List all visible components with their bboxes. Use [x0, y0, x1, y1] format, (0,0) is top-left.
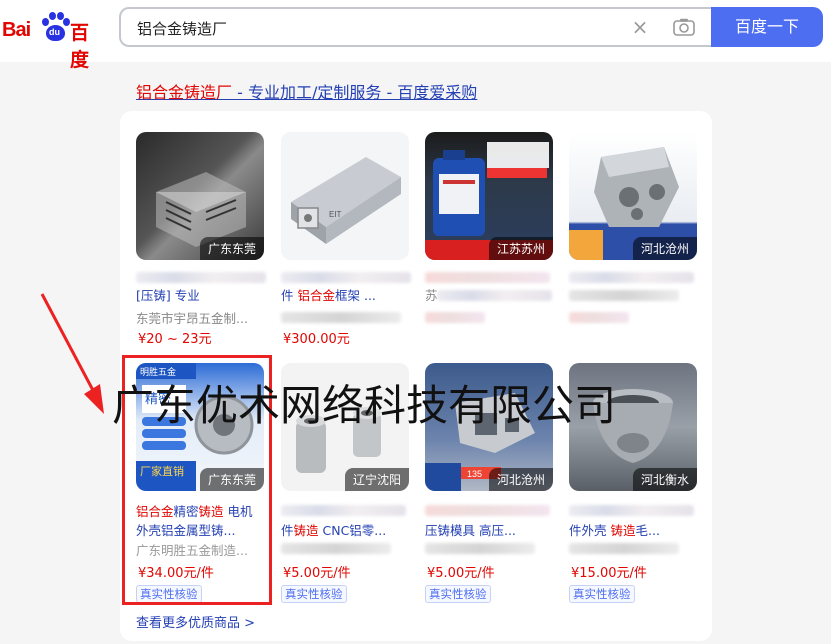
- blurred-text: [281, 312, 401, 323]
- watermark-text: 广东优术网络科技有限公司: [112, 381, 617, 430]
- search-input[interactable]: 铝合金铸造厂 ×: [119, 7, 712, 47]
- blurred-text: [281, 543, 391, 554]
- product-price: ¥300.00元: [283, 332, 350, 347]
- logo-chinese: 百度: [70, 22, 90, 71]
- blurred-text: [569, 505, 694, 516]
- product-title-line2[interactable]: 件铸造 CNC铝零...: [281, 520, 411, 539]
- product-image[interactable]: 河北沧州: [569, 132, 697, 260]
- product-price: ¥20 ~ 23元: [138, 332, 212, 347]
- product-image[interactable]: EIT: [281, 132, 409, 260]
- blurred-text: [569, 543, 679, 554]
- product-title[interactable]: [压铸] 专业: [136, 285, 266, 304]
- blurred-text: [281, 272, 411, 283]
- verification-badge: 真实性核验: [281, 585, 347, 603]
- product-title[interactable]: 件 铝合金框架 ...: [281, 285, 411, 304]
- blurred-text: [281, 505, 406, 516]
- logo-latin: Bai: [2, 19, 31, 41]
- verification-badge: 真实性核验: [425, 585, 491, 603]
- location-badge: 江苏苏州: [488, 237, 553, 260]
- location-badge: 河北沧州: [488, 468, 553, 491]
- blurred-text: [425, 543, 535, 554]
- aluminum-profile-icon: EIT: [291, 157, 401, 244]
- blurred-text: [136, 272, 266, 283]
- svg-text:EIT: EIT: [329, 210, 342, 219]
- location-badge: 辽宁沈阳: [344, 468, 409, 491]
- product-price: ¥5.00元/件: [283, 566, 351, 581]
- product-seller: 东莞市宇昂五金制...: [136, 311, 248, 326]
- blurred-text: [425, 272, 550, 283]
- product-title-line2[interactable]: 件外壳 铸造毛...: [569, 520, 699, 539]
- paw-icon: du: [40, 12, 70, 44]
- blurred-text: [425, 312, 485, 323]
- blurred-text: [569, 272, 694, 283]
- location-badge: 河北衡水: [632, 468, 697, 491]
- blurred-text: [437, 290, 552, 301]
- search-query[interactable]: 铝合金铸造厂: [137, 18, 227, 39]
- blurred-text: [569, 290, 679, 301]
- product-price: ¥5.00元/件: [427, 566, 495, 581]
- top-bar: Bai du 百度 铝合金铸造厂 × 百度一下: [0, 0, 831, 71]
- verification-badge: 真实性核验: [569, 585, 635, 603]
- more-products-link[interactable]: 查看更多优质商品 >: [136, 612, 255, 631]
- pointer-arrow-icon: [40, 293, 104, 414]
- blurred-text: [425, 505, 550, 516]
- product-price: ¥15.00元/件: [571, 566, 647, 581]
- location-badge: 河北沧州: [632, 237, 697, 260]
- location-badge: 广东东莞: [199, 237, 264, 260]
- product-image[interactable]: 江苏苏州: [425, 132, 553, 260]
- svg-text:135: 135: [467, 469, 482, 479]
- result-title-link[interactable]: 铝合金铸造厂 - 专业加工/定制服务 - 百度爱采购: [136, 79, 477, 103]
- blurred-text: [569, 312, 629, 323]
- close-icon[interactable]: ×: [630, 17, 650, 37]
- search-button[interactable]: 百度一下: [711, 7, 823, 47]
- baidu-logo[interactable]: Bai du 百度: [2, 10, 106, 71]
- camera-icon[interactable]: [673, 18, 695, 36]
- product-image[interactable]: 广东东莞: [136, 132, 264, 260]
- product-title-line2[interactable]: 压铸模具 高压...: [425, 520, 555, 539]
